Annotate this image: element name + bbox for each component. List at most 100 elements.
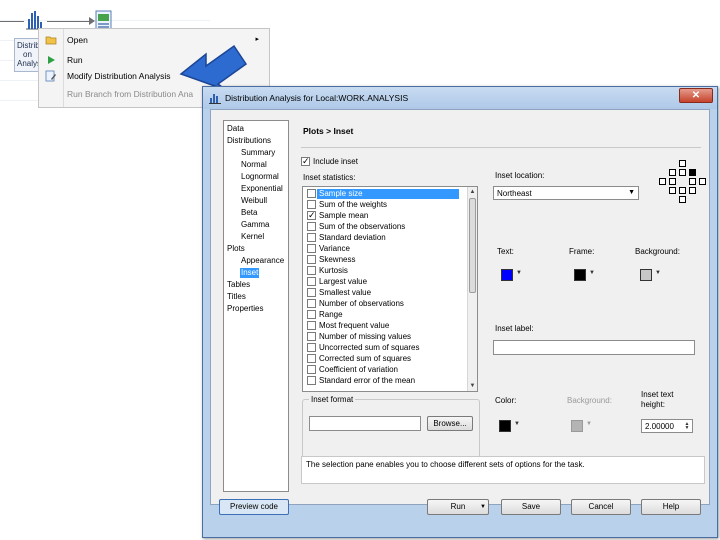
dialog-titlebar[interactable]: Distribution Analysis for Local:WORK.ANA… xyxy=(203,87,717,109)
list-item[interactable]: Number of missing values xyxy=(305,331,465,342)
statistic-checkbox[interactable] xyxy=(307,244,316,253)
list-item[interactable]: Sample size xyxy=(305,188,465,199)
location-cell-e[interactable] xyxy=(689,178,696,185)
list-item[interactable]: Standard deviation xyxy=(305,232,465,243)
location-cell-right-1[interactable] xyxy=(699,178,706,185)
inset-label-input[interactable] xyxy=(493,340,695,355)
nav-item-beta[interactable]: Beta xyxy=(241,208,257,218)
location-cell-left-1[interactable] xyxy=(659,178,666,185)
location-cell-nw[interactable] xyxy=(669,169,676,176)
list-item[interactable]: Range xyxy=(305,309,465,320)
statistic-checkbox[interactable] xyxy=(307,209,316,221)
inset-format-label: Inset format xyxy=(309,395,356,404)
location-cell-ne[interactable] xyxy=(689,169,696,176)
run-button[interactable]: Run ▼ xyxy=(427,499,489,515)
nav-item-weibull[interactable]: Weibull xyxy=(241,196,267,206)
nav-item-titles[interactable]: Titles xyxy=(227,292,246,302)
list-item[interactable]: Sum of the observations xyxy=(305,221,465,232)
location-cell-top[interactable] xyxy=(679,160,686,167)
statistic-label: Sample mean xyxy=(319,211,369,220)
label-background-label: Background: xyxy=(567,396,612,405)
dialog-title: Distribution Analysis for Local:WORK.ANA… xyxy=(225,93,409,103)
list-item[interactable]: Number of observations xyxy=(305,298,465,309)
statistic-checkbox[interactable] xyxy=(307,255,316,264)
browse-button[interactable]: Browse... xyxy=(427,416,473,431)
location-cell-s[interactable] xyxy=(679,187,686,194)
close-button[interactable]: ✕ xyxy=(679,88,713,103)
statistic-checkbox[interactable] xyxy=(307,189,316,198)
statistics-scrollbar[interactable]: ▲ ▼ xyxy=(467,187,477,391)
list-item[interactable]: Largest value xyxy=(305,276,465,287)
list-item[interactable]: Uncorrected sum of squares xyxy=(305,342,465,353)
list-item[interactable]: Corrected sum of squares xyxy=(305,353,465,364)
statistic-checkbox[interactable] xyxy=(307,200,316,209)
flow-connector-left xyxy=(0,21,24,22)
background-color-swatch xyxy=(640,269,652,281)
list-item[interactable]: Coefficient of variation xyxy=(305,364,465,375)
nav-item-lognormal[interactable]: Lognormal xyxy=(241,172,279,182)
help-button[interactable]: Help xyxy=(641,499,701,515)
nav-item-properties[interactable]: Properties xyxy=(227,304,263,314)
chevron-down-icon[interactable]: ▼ xyxy=(480,500,486,514)
nav-item-summary[interactable]: Summary xyxy=(241,148,275,158)
inset-location-grid[interactable] xyxy=(657,160,709,208)
save-button[interactable]: Save xyxy=(501,499,561,515)
statistic-checkbox[interactable] xyxy=(307,266,316,275)
statistic-checkbox[interactable] xyxy=(307,222,316,231)
nav-item-appearance[interactable]: Appearance xyxy=(241,256,284,266)
statistic-checkbox[interactable] xyxy=(307,321,316,330)
statistic-checkbox[interactable] xyxy=(307,310,316,319)
list-item[interactable]: Variance xyxy=(305,243,465,254)
preview-code-button[interactable]: Preview code xyxy=(219,499,289,515)
modify-task-icon xyxy=(45,70,57,82)
nav-item-exponential[interactable]: Exponential xyxy=(241,184,283,194)
list-item[interactable]: Sample mean xyxy=(305,209,465,221)
include-inset-checkbox[interactable] xyxy=(301,155,310,167)
statistic-checkbox[interactable] xyxy=(307,288,316,297)
spin-down-icon[interactable]: ▼ xyxy=(683,425,691,431)
list-item[interactable]: Smallest value xyxy=(305,287,465,298)
scroll-thumb[interactable] xyxy=(469,198,476,293)
label-color-label: Color: xyxy=(495,396,517,405)
inset-statistics-list[interactable]: Sample size Sum of the weights Sample me… xyxy=(302,186,478,392)
inset-location-select[interactable]: Northeast ▼ xyxy=(493,186,639,200)
cancel-button[interactable]: Cancel xyxy=(571,499,631,515)
statistic-checkbox[interactable] xyxy=(307,277,316,286)
location-cell-bottom[interactable] xyxy=(679,196,686,203)
location-cell-sw[interactable] xyxy=(669,187,676,194)
location-cell-w[interactable] xyxy=(669,178,676,185)
statistic-checkbox[interactable] xyxy=(307,376,316,385)
label-color-picker[interactable]: ▼ xyxy=(497,418,521,434)
background-color-picker[interactable]: ▼ xyxy=(638,267,662,283)
inset-text-height-stepper[interactable]: 2.00000 ▲ ▼ xyxy=(641,419,693,433)
location-cell-n[interactable] xyxy=(679,169,686,176)
scroll-down-icon[interactable]: ▼ xyxy=(468,381,477,391)
list-item[interactable]: Sum of the weights xyxy=(305,199,465,210)
location-cell-se[interactable] xyxy=(689,187,696,194)
text-color-picker[interactable]: ▼ xyxy=(499,267,523,283)
frame-color-picker[interactable]: ▼ xyxy=(572,267,596,283)
statistic-checkbox[interactable] xyxy=(307,365,316,374)
statistic-checkbox[interactable] xyxy=(307,332,316,341)
nav-item-normal[interactable]: Normal xyxy=(241,160,267,170)
list-item[interactable]: Kurtosis xyxy=(305,265,465,276)
nav-item-tables[interactable]: Tables xyxy=(227,280,250,290)
nav-item-gamma[interactable]: Gamma xyxy=(241,220,269,230)
list-item[interactable]: Skewness xyxy=(305,254,465,265)
statistic-checkbox[interactable] xyxy=(307,354,316,363)
list-item[interactable]: Most frequent value xyxy=(305,320,465,331)
help-label: Help xyxy=(662,502,680,511)
nav-item-plots[interactable]: Plots xyxy=(227,244,245,254)
inset-format-input[interactable] xyxy=(309,416,421,431)
scroll-up-icon[interactable]: ▲ xyxy=(468,187,477,197)
statistic-checkbox[interactable] xyxy=(307,233,316,242)
nav-item-distributions[interactable]: Distributions xyxy=(227,136,271,146)
statistic-checkbox[interactable] xyxy=(307,343,316,352)
nav-item-kernel[interactable]: Kernel xyxy=(241,232,264,242)
statistic-checkbox[interactable] xyxy=(307,299,316,308)
bar-chart-icon xyxy=(209,92,221,104)
inset-statistics-label: Inset statistics: xyxy=(303,173,356,182)
nav-item-data[interactable]: Data xyxy=(227,124,244,134)
nav-item-inset[interactable]: Inset xyxy=(240,268,260,278)
list-item[interactable]: Standard error of the mean xyxy=(305,375,465,386)
